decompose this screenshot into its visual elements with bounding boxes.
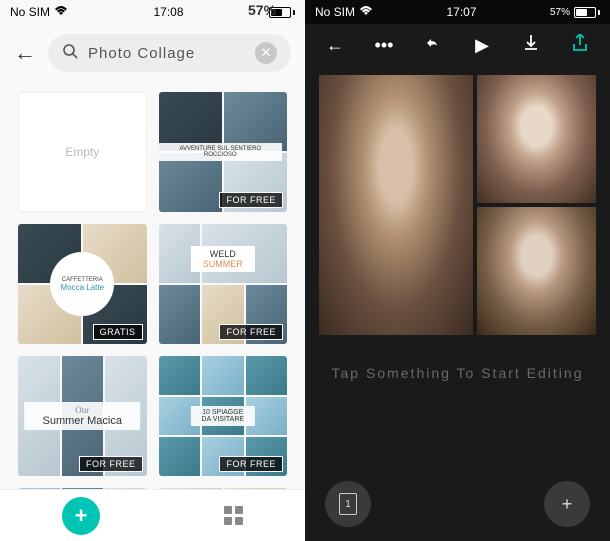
template-adventure[interactable]: AVVENTURE SUL SENTIERO ROCCIOSO FOR FREE bbox=[159, 92, 288, 212]
editor-panel: No SIM 17:07 57% ← ••• ▶ bbox=[305, 0, 610, 541]
clear-search-icon[interactable]: ✕ bbox=[255, 42, 277, 64]
add-element-button[interactable]: + bbox=[544, 481, 590, 527]
template-empty[interactable]: Empty bbox=[18, 92, 147, 212]
play-icon[interactable]: ▶ bbox=[468, 35, 496, 56]
bottom-nav-left: + bbox=[0, 489, 305, 541]
bottom-controls-right: 1 + bbox=[305, 481, 610, 527]
template-spiagge[interactable]: 10 SPIAGGE DA VISITARE FOR FREE bbox=[159, 356, 288, 476]
template-text: WELD SUMMER bbox=[191, 246, 255, 272]
template-label: Empty bbox=[65, 145, 99, 159]
template-browser-panel: No SIM 17:08 ← Photo Collage ✕ bbox=[0, 0, 305, 541]
carrier-label: No SIM bbox=[10, 5, 50, 19]
grid-view-icon[interactable] bbox=[224, 506, 243, 525]
template-text: 10 SPIAGGE DA VISITARE bbox=[191, 406, 255, 426]
editor-toolbar: ← ••• ▶ bbox=[305, 24, 610, 67]
search-input[interactable]: Photo Collage ✕ bbox=[48, 34, 291, 72]
status-bar-right: No SIM 17:07 57% bbox=[305, 0, 610, 24]
collage-photo-bottom-right[interactable] bbox=[477, 207, 596, 335]
more-icon[interactable]: ••• bbox=[370, 35, 398, 56]
badge-for-free: FOR FREE bbox=[219, 192, 283, 208]
battery-icon bbox=[574, 7, 596, 18]
template-summer[interactable]: Our Summer Macica FOR FREE bbox=[18, 356, 147, 476]
undo-icon[interactable] bbox=[419, 35, 447, 56]
time-label: 17:08 bbox=[153, 5, 183, 19]
page-indicator: 1 bbox=[339, 493, 357, 515]
template-text: Our Summer Macica bbox=[24, 402, 140, 430]
template-weld[interactable]: WELD SUMMER FOR FREE bbox=[159, 224, 288, 344]
template-circle-label: CAFFETTERIA Mocca Latte bbox=[50, 252, 114, 316]
badge-gratis: GRATIS bbox=[93, 324, 143, 340]
search-bar: ← Photo Collage ✕ bbox=[0, 24, 305, 82]
template-text: AVVENTURE SUL SENTIERO ROCCIOSO bbox=[159, 143, 283, 161]
share-icon[interactable] bbox=[566, 34, 594, 57]
time-label: 17:07 bbox=[446, 5, 476, 19]
badge-for-free: FOR FREE bbox=[219, 324, 283, 340]
badge-for-free: FOR FREE bbox=[79, 456, 143, 472]
template-mocca[interactable]: CAFFETTERIA Mocca Latte GRATIS bbox=[18, 224, 147, 344]
editor-hint-text: Tap Something To Start Editing bbox=[305, 365, 610, 381]
carrier-label: No SIM bbox=[315, 5, 355, 19]
search-query-text: Photo Collage bbox=[88, 45, 245, 62]
back-arrow-icon[interactable]: ← bbox=[321, 35, 349, 56]
template-grid[interactable]: Empty AVVENTURE SUL SENTIERO ROCCIOSO FO… bbox=[0, 82, 305, 503]
battery-percent: 57% bbox=[550, 7, 570, 18]
battery-overlay-label: 57% bbox=[248, 2, 276, 18]
collage-photo-main[interactable] bbox=[319, 75, 473, 335]
collage-photo-top-right[interactable] bbox=[477, 75, 596, 203]
search-icon bbox=[62, 43, 78, 64]
add-button[interactable]: + bbox=[62, 497, 100, 535]
badge-for-free: FOR FREE bbox=[219, 456, 283, 472]
collage-canvas[interactable] bbox=[319, 75, 596, 335]
app-container: No SIM 17:08 ← Photo Collage ✕ bbox=[0, 0, 610, 541]
pages-button[interactable]: 1 bbox=[325, 481, 371, 527]
wifi-icon bbox=[359, 5, 373, 19]
download-icon[interactable] bbox=[517, 34, 545, 57]
back-arrow-icon[interactable]: ← bbox=[14, 40, 36, 66]
wifi-icon bbox=[54, 5, 68, 19]
